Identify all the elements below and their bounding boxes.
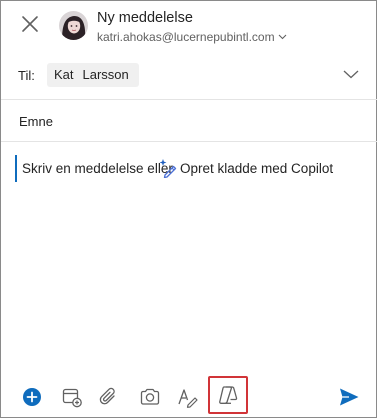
recipient-first-name: Kat: [54, 67, 74, 82]
copilot-draft-label: Opret kladde med Copilot: [180, 161, 334, 176]
sender-selector[interactable]: katri.ahokas@lucernepubintl.com: [97, 30, 287, 44]
draw-button[interactable]: [176, 385, 200, 409]
copilot-pen-sparkle-icon: [159, 159, 177, 178]
send-icon: [340, 388, 359, 406]
close-icon: [22, 16, 38, 32]
divider: [1, 141, 377, 142]
attach-icon: [99, 387, 115, 405]
insert-photo-button[interactable]: [138, 385, 162, 409]
chevron-down-icon: [278, 34, 286, 40]
add-button[interactable]: [20, 385, 44, 409]
page-title: Ny meddelelse: [97, 10, 193, 26]
recipient-last-name: Larsson: [82, 67, 129, 82]
calendar-add-icon: [62, 388, 82, 408]
send-button[interactable]: [337, 385, 361, 409]
subject-input[interactable]: Emne: [19, 114, 53, 129]
expand-recipients-button[interactable]: [342, 67, 360, 81]
chevron-down-icon: [343, 70, 359, 79]
add-icon: [23, 388, 41, 406]
message-body-input[interactable]: Skriv en meddelelse eller: [22, 161, 173, 176]
divider: [1, 99, 377, 100]
pen-icon: [178, 389, 198, 408]
sender-email: katri.ahokas@lucernepubintl.com: [97, 30, 275, 44]
compose-window: Ny meddelelse katri.ahokas@lucernepubint…: [0, 0, 377, 418]
recipient-chip[interactable]: Kat Larsson: [47, 63, 139, 87]
copilot-icon: [219, 386, 238, 404]
attach-file-button[interactable]: [97, 385, 121, 409]
copilot-button[interactable]: [208, 376, 248, 414]
insert-event-button[interactable]: [60, 385, 84, 409]
close-button[interactable]: [18, 12, 42, 36]
camera-icon: [140, 388, 160, 405]
avatar[interactable]: [59, 11, 88, 40]
to-label: Til:: [18, 68, 35, 83]
text-cursor: [15, 155, 17, 182]
